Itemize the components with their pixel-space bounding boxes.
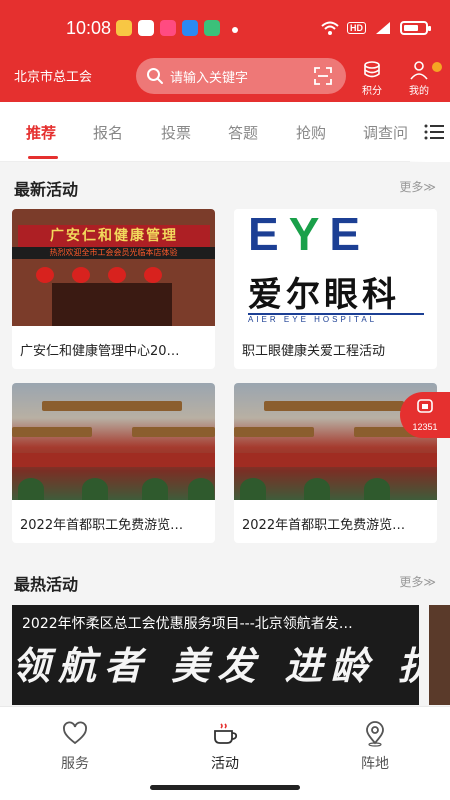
points-button[interactable]: 积分 — [355, 60, 389, 97]
tab-survey[interactable]: 调查问 — [363, 122, 408, 143]
tree-icon — [82, 478, 108, 500]
palace-roof — [234, 427, 314, 437]
activity-image: EYE 爱尔眼科 AIER EYE HOSPITAL — [234, 209, 437, 326]
wifi-icon — [321, 21, 339, 35]
tab-vote[interactable]: 投票 — [161, 122, 191, 143]
store-led-banner: 热烈欢迎全市工会会员光临本店体验 — [12, 247, 215, 259]
tree-icon — [18, 478, 44, 500]
palace-roof — [264, 401, 404, 411]
tree-icon — [142, 478, 168, 500]
tab-recommend[interactable]: 推荐 — [26, 122, 56, 143]
activity-card[interactable]: 广安仁和健康管理 热烈欢迎全市工会会员光临本店体验 广安仁和健康管理中心20… — [12, 209, 215, 369]
search-bar[interactable]: 请输入关键字 — [136, 58, 346, 94]
tab-menu-button[interactable] — [410, 102, 450, 162]
eye-logo: EYE — [248, 209, 371, 260]
user-icon — [410, 61, 428, 80]
status-bar: 10:08 HD — [0, 0, 450, 60]
hospital-name: 爱尔眼科 — [248, 275, 400, 315]
location-pin-icon — [366, 721, 384, 747]
activity-card[interactable]: 2022年首都职工免费游览… — [12, 383, 215, 543]
mine-label: 我的 — [409, 86, 429, 97]
heart-icon — [63, 721, 87, 745]
status-time: 10:08 — [66, 18, 112, 38]
system-icons: HD — [321, 20, 431, 36]
lantern-icon — [144, 267, 162, 283]
video-notification-icon — [160, 20, 176, 36]
wechat-notification-icon — [138, 20, 154, 36]
tree-icon — [188, 478, 214, 500]
app-notification-icon — [204, 20, 220, 36]
lantern-icon — [108, 267, 126, 283]
more-notifications-dot-icon — [232, 27, 238, 33]
activity-caption: 2022年首都职工免费游览… — [242, 518, 406, 533]
banner-caption: 2022年怀柔区总工会优惠服务项目---北京领航者发… — [22, 616, 353, 632]
store-sign: 广安仁和健康管理 — [18, 225, 210, 247]
points-label: 积分 — [362, 86, 382, 97]
tab-signup[interactable]: 报名 — [93, 122, 123, 143]
activity-card[interactable]: EYE 爱尔眼科 AIER EYE HOSPITAL 职工眼健康关爱工程活动 — [234, 209, 437, 369]
palace-roof — [132, 427, 215, 437]
org-name[interactable]: 北京市总工会 — [14, 66, 92, 85]
app-header: 10:08 HD 北京市总工会 请输入关键字 积分 我的 — [0, 0, 450, 102]
palace-roof — [42, 401, 182, 411]
app-notification-icon — [116, 20, 132, 36]
next-banner-peek[interactable] — [429, 605, 450, 705]
nav-position[interactable]: 阵地 — [335, 721, 415, 773]
unread-dot-icon — [432, 62, 442, 72]
hot-activity-banner[interactable]: 2022年怀柔区总工会优惠服务项目---北京领航者发… 领航者 美发 进龄 抗 — [12, 605, 419, 705]
hotline-button[interactable]: 12351 — [400, 392, 450, 438]
nav-activity-label: 活动 — [211, 756, 239, 772]
lantern-icon — [72, 267, 90, 283]
search-icon — [147, 68, 163, 84]
activity-image — [12, 383, 215, 500]
tree-icon — [304, 478, 330, 500]
home-indicator[interactable] — [150, 785, 300, 790]
mine-button[interactable]: 我的 — [402, 60, 436, 97]
palace-wall — [12, 453, 215, 467]
hospital-name-en: AIER EYE HOSPITAL — [248, 315, 378, 324]
hot-section-title: 最热活动 — [14, 575, 79, 594]
activity-caption: 广安仁和健康管理中心20… — [20, 344, 180, 359]
tab-flash-sale[interactable]: 抢购 — [296, 122, 326, 143]
palace-roof — [12, 427, 92, 437]
hotline-number: 12351 — [412, 422, 438, 432]
coffee-cup-icon — [214, 723, 238, 744]
app-notification-icon — [182, 20, 198, 36]
nav-position-label: 阵地 — [361, 756, 389, 772]
activity-caption: 2022年首都职工免费游览… — [20, 518, 184, 533]
battery-icon — [400, 21, 431, 35]
tree-icon — [240, 478, 266, 500]
nav-activity[interactable]: 活动 — [185, 721, 265, 773]
activity-caption: 职工眼健康关爱工程活动 — [242, 344, 386, 359]
scan-icon[interactable] — [314, 67, 332, 85]
store-entrance — [52, 283, 172, 326]
tab-quiz[interactable]: 答题 — [228, 122, 258, 143]
active-tab-indicator — [28, 156, 58, 159]
lantern-icon — [36, 267, 54, 283]
notification-icons — [116, 20, 220, 36]
activity-image: 广安仁和健康管理 热烈欢迎全市工会会员光临本店体验 — [12, 209, 215, 326]
palace-wall — [234, 453, 437, 467]
nav-service[interactable]: 服务 — [35, 721, 115, 773]
hd-badge: HD — [347, 22, 366, 34]
category-tabs: 推荐 报名 投票 答题 抢购 调查问 — [0, 102, 450, 162]
tree-icon — [364, 478, 390, 500]
nav-service-label: 服务 — [61, 756, 89, 772]
hot-more-link[interactable]: 更多≫ — [399, 573, 436, 590]
latest-more-link[interactable]: 更多≫ — [399, 178, 436, 195]
list-menu-icon — [424, 124, 444, 140]
signal-icon — [376, 22, 390, 34]
banner-artwork-text: 领航者 美发 进龄 抗 — [12, 643, 419, 688]
phone-icon — [417, 399, 433, 413]
coins-icon — [364, 61, 380, 78]
latest-section-title: 最新活动 — [14, 180, 79, 199]
